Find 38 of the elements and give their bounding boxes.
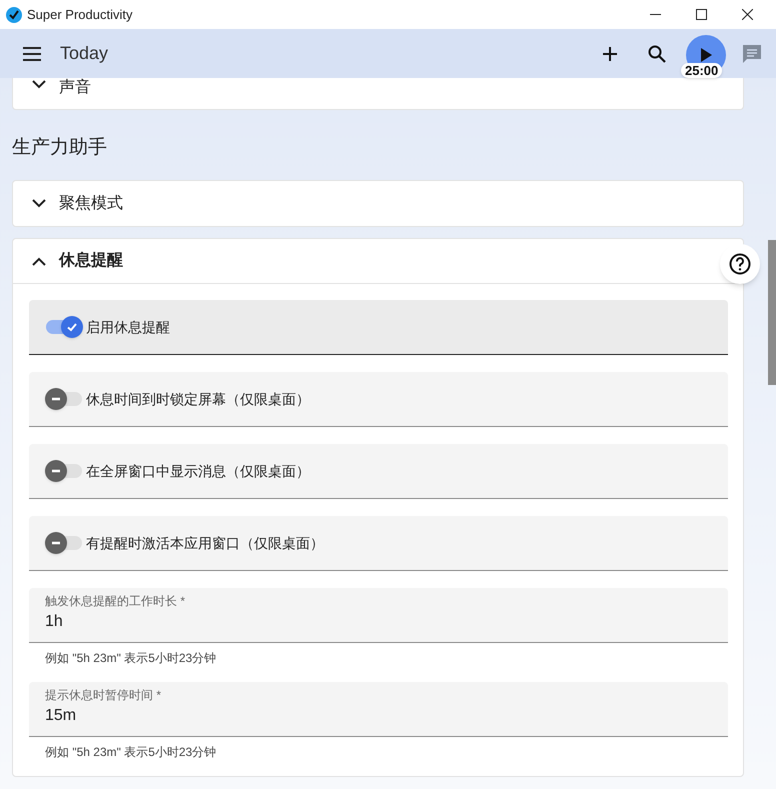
field-value: 15m	[45, 706, 78, 726]
field-value: 1h	[45, 612, 64, 632]
scrollbar-thumb[interactable]	[768, 240, 776, 385]
toggle-switch[interactable]	[45, 532, 83, 554]
page-title: Today	[60, 42, 108, 65]
field-hint: 例如 "5h 23m" 表示5小时23分钟	[45, 745, 216, 759]
close-icon	[742, 9, 752, 20]
toggle-switch[interactable]	[45, 388, 83, 410]
help-icon	[729, 253, 751, 275]
plus-icon	[602, 46, 618, 62]
toggle-row[interactable]: 在全屏窗口中显示消息（仅限桌面）	[29, 444, 728, 499]
toggle-label: 在全屏窗口中显示消息（仅限桌面）	[86, 462, 310, 480]
timer-button[interactable]: 25:00	[681, 34, 731, 78]
chat-icon	[742, 44, 762, 64]
field-hint: 例如 "5h 23m" 表示5小时23分钟	[45, 651, 216, 665]
duration-field[interactable]: 触发休息提醒的工作时长 * 1h	[29, 588, 728, 643]
card-title: 声音	[59, 78, 91, 98]
section-heading: 生产力助手	[12, 136, 107, 160]
toggle-row[interactable]: 有提醒时激活本应用窗口（仅限桌面）	[29, 516, 728, 571]
maximize-icon	[696, 9, 706, 20]
search-icon	[648, 44, 666, 62]
panel-header[interactable]: 休息提醒	[32, 249, 123, 273]
check-icon	[66, 321, 78, 333]
field-label: 提示休息时暂停时间 *	[45, 687, 162, 704]
app-logo-icon	[6, 6, 22, 22]
window-title: Super Productivity	[27, 6, 132, 24]
panel-header[interactable]: 聚焦模式	[32, 192, 123, 216]
toggle-label: 休息时间到时锁定屏幕（仅限桌面）	[86, 390, 310, 408]
duration-field[interactable]: 提示休息时暂停时间 * 15m	[29, 682, 728, 737]
toggle-row[interactable]: 休息时间到时锁定屏幕（仅限桌面）	[29, 372, 728, 427]
toggle-label: 启用休息提醒	[86, 318, 170, 336]
help-button[interactable]	[720, 244, 760, 284]
toggle-row[interactable]: 启用休息提醒	[29, 300, 728, 355]
field-label: 触发休息提醒的工作时长 *	[45, 593, 186, 610]
toggle-switch[interactable]	[45, 316, 83, 338]
settings-card[interactable]: 声音	[12, 78, 744, 110]
toggle-switch[interactable]	[45, 460, 83, 482]
toggle-label: 有提醒时激活本应用窗口（仅限桌面）	[86, 534, 324, 552]
